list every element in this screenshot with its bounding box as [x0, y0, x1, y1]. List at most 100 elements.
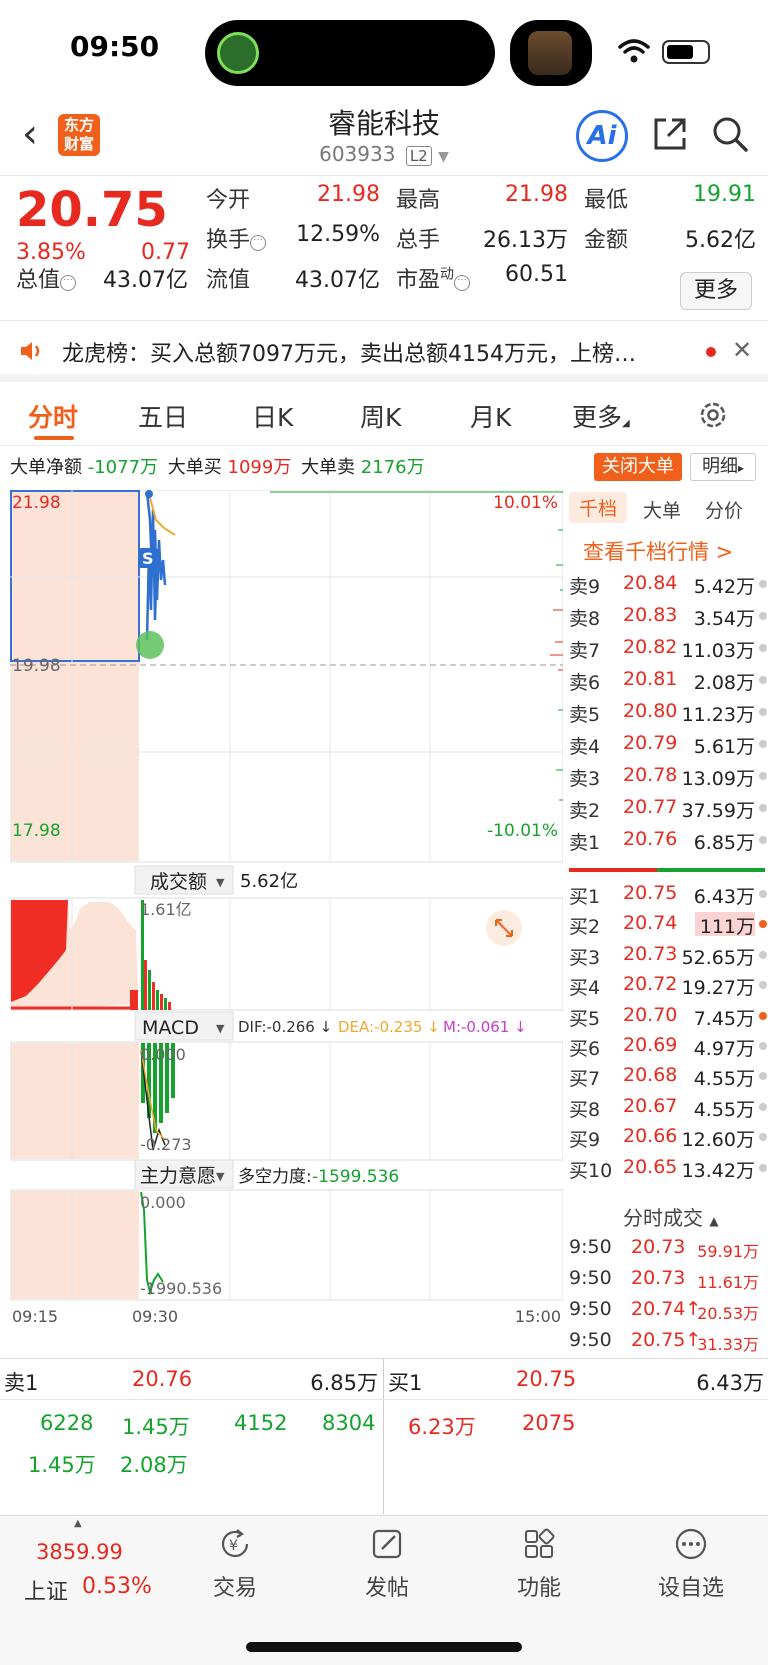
close-icon[interactable]: ✕: [732, 336, 752, 364]
bid-row[interactable]: 买6 20.69 4.97万: [569, 1030, 767, 1062]
sell-value: 2176万: [360, 457, 425, 478]
status-dot: [759, 772, 767, 780]
dropdown-icon: ▼: [216, 1022, 225, 1035]
tab-monthly-k[interactable]: 月K: [470, 398, 511, 434]
bid-level-label: 买9: [569, 1129, 601, 1152]
y-label-bottom: 17.98: [12, 821, 61, 841]
high-value: 21.98: [505, 182, 568, 207]
tab-price-split[interactable]: 分价: [705, 496, 743, 523]
bid-volume: 4.55万: [693, 1098, 755, 1121]
more-info-icon[interactable]: ···: [454, 275, 471, 291]
time-start: 09:15: [12, 1307, 58, 1326]
nav-add-watchlist[interactable]: 设自选: [641, 1526, 741, 1602]
tab-daily-k[interactable]: 日K: [252, 398, 293, 434]
dropdown-icon: ▼: [216, 876, 225, 889]
ask-price: 20.79: [623, 732, 678, 754]
tab-thousand-depth[interactable]: 千档: [569, 492, 628, 523]
ask-row[interactable]: 卖3 20.78 13.09万: [569, 760, 767, 792]
ask-row[interactable]: 卖2 20.77 37.59万: [569, 792, 767, 824]
pe-label[interactable]: 市盈动 ···: [396, 262, 471, 294]
share-icon[interactable]: [650, 114, 690, 154]
tick-time: 9:50: [569, 1267, 612, 1289]
sell1-price: 20.76: [132, 1367, 193, 1391]
unread-dot: [706, 347, 716, 357]
turnover-label[interactable]: 换手 ···: [206, 222, 267, 254]
ask-row[interactable]: 卖6 20.81 2.08万: [569, 664, 767, 696]
index-ticker[interactable]: ▲ 3859.99 上证 0.53%: [0, 1516, 170, 1616]
status-dot: [759, 1011, 767, 1020]
ask-level-label: 卖4: [569, 736, 601, 758]
macd-m: M:-0.061 ↓: [443, 1018, 527, 1036]
mktcap-label[interactable]: 总值 ···: [16, 262, 77, 294]
bid-row[interactable]: 买8 20.67 4.55万: [569, 1091, 767, 1123]
tab-weekly-k[interactable]: 周K: [360, 398, 401, 434]
bid-volume: 12.60万: [681, 1129, 755, 1152]
queue-item: 6.23万: [408, 1415, 476, 1439]
more-button[interactable]: 更多: [680, 272, 752, 310]
bid-row[interactable]: 买10 20.65 13.42万: [569, 1152, 767, 1184]
detail-button[interactable]: 明细▸: [690, 453, 756, 481]
ask-row[interactable]: 卖9 20.84 5.42万: [569, 568, 767, 600]
grid-icon: [525, 1528, 555, 1558]
time-end: 15:00: [515, 1307, 561, 1326]
search-icon[interactable]: [710, 114, 750, 154]
tick-list-title[interactable]: 分时成交 ▲: [623, 1202, 719, 1231]
bid-level-label: 买1: [569, 886, 601, 908]
tick-price: 20.75↑: [631, 1329, 702, 1351]
bid-price: 20.73: [623, 942, 678, 965]
status-dot: [759, 612, 767, 620]
bid-price: 20.75: [623, 882, 678, 904]
home-indicator[interactable]: [246, 1642, 522, 1652]
chart-tabs: 分时 五日 日K 周K 月K 更多◢: [0, 388, 768, 446]
nav-trade[interactable]: ¥ 交易: [185, 1526, 285, 1602]
tab-more[interactable]: 更多◢: [572, 398, 630, 434]
bid-price: 20.66: [623, 1125, 678, 1148]
bid-row[interactable]: 买2 20.74 111万: [569, 908, 767, 940]
tab-big-order[interactable]: 大单: [643, 496, 681, 523]
low-label: 最低: [584, 188, 629, 213]
status-dot: [759, 1072, 767, 1081]
tab-five-day[interactable]: 五日: [138, 398, 188, 434]
ask-row[interactable]: 卖7 20.82 11.03万: [569, 632, 767, 664]
ask-row[interactable]: 卖8 20.83 3.54万: [569, 600, 767, 632]
bid-row[interactable]: 买7 20.68 4.55万: [569, 1060, 767, 1092]
more-circle-icon: [675, 1528, 707, 1560]
nav-add-watchlist-label: 设自选: [657, 1576, 724, 1601]
ai-button[interactable]: Ai: [576, 110, 628, 162]
ask-row[interactable]: 卖4 20.79 5.61万: [569, 728, 767, 760]
ask-row[interactable]: 卖5 20.80 11.23万: [569, 696, 767, 728]
more-info-icon[interactable]: ···: [250, 235, 267, 251]
intraday-chart[interactable]: S 21.98 19.98 17.98 10.01% -10.01% 成交额 ▼…: [10, 490, 563, 1330]
bid-row[interactable]: 买3 20.73 52.65万: [569, 939, 767, 971]
turnover-indicator: 成交额: [150, 871, 207, 893]
bid-row[interactable]: 买1 20.75 6.43万: [569, 878, 767, 910]
buy1-volume: 6.43万: [696, 1371, 764, 1395]
bid-row[interactable]: 买5 20.70 7.45万: [569, 1000, 767, 1032]
macd-dea: DEA:-0.235 ↓: [338, 1018, 440, 1036]
status-dot: [759, 950, 767, 959]
chevron-up-icon: ▲: [709, 1214, 719, 1228]
bid-row[interactable]: 买4 20.72 19.27万: [569, 969, 767, 1001]
close-big-order-button[interactable]: 关闭大单: [594, 453, 682, 481]
bid-row[interactable]: 买9 20.66 12.60万: [569, 1121, 767, 1153]
bid-price: 20.70: [623, 1003, 678, 1026]
view-depth-link[interactable]: 查看千档行情 >: [583, 536, 733, 566]
time-open: 09:30: [132, 1307, 178, 1326]
more-info-icon[interactable]: ···: [60, 275, 77, 291]
dragon-tiger-notice[interactable]: 龙虎榜：买入总额7097万元，卖出总额4154万元，上榜… ✕: [0, 322, 768, 382]
edit-icon: [372, 1529, 402, 1559]
bid-volume: 111万: [699, 916, 755, 939]
index-percent: 0.53%: [82, 1574, 152, 1599]
sell-signal-label: S: [142, 549, 154, 568]
tab-intraday[interactable]: 分时: [28, 398, 78, 434]
ask-price: 20.83: [623, 604, 678, 626]
tick-time: 9:50: [569, 1236, 612, 1258]
nav-functions[interactable]: 功能: [489, 1526, 589, 1602]
level2-queue: 卖1 20.76 6.85万 买1 20.75 6.43万 6228 1.45万…: [0, 1358, 768, 1514]
bid-price: 20.68: [623, 1064, 678, 1087]
bid-volume: 6.43万: [693, 886, 755, 908]
ask-row[interactable]: 卖1 20.76 6.85万: [569, 824, 767, 856]
buy1-label: 买1: [388, 1371, 423, 1395]
gear-icon[interactable]: [696, 398, 730, 432]
nav-post[interactable]: 发帖: [337, 1526, 437, 1602]
